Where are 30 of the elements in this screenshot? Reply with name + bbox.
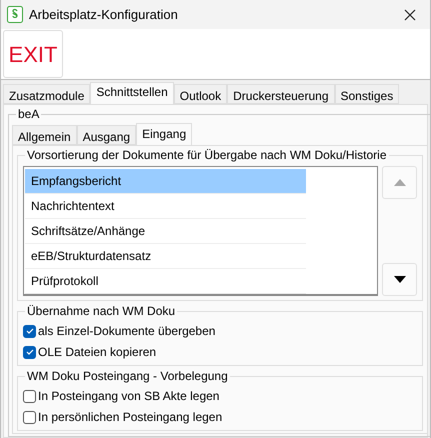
check-icon — [26, 327, 34, 335]
tab[interactable]: Sonstiges — [334, 84, 400, 104]
tab[interactable]: Druckersteuerung — [227, 84, 334, 104]
group-title: beA — [17, 106, 40, 123]
tab[interactable]: Schnittstellen — [90, 82, 174, 104]
triangle-down-icon — [394, 276, 406, 283]
tab[interactable]: Ausgang — [76, 125, 136, 145]
group-title: WM Doku Posteingang - Vorbelegung — [26, 368, 229, 385]
section-sign-app-icon — [7, 6, 23, 23]
checkbox[interactable] — [23, 410, 36, 424]
tab[interactable]: Eingang — [136, 123, 192, 145]
check-icon — [26, 348, 34, 356]
triangle-up-icon — [394, 179, 406, 186]
checkbox-label: als Einzel-Dokumente übergeben — [38, 323, 216, 340]
tab[interactable]: Zusatzmodule — [3, 84, 90, 104]
move-down-button[interactable] — [382, 263, 417, 296]
list-item[interactable]: Empfangsbericht — [25, 169, 306, 194]
checkbox[interactable] — [23, 324, 36, 338]
checkbox-label: OLE Dateien kopieren — [38, 344, 156, 361]
tab[interactable]: Outlook — [174, 84, 228, 104]
group-title: Übernahme nach WM Doku — [26, 303, 176, 320]
window-title: Arbeitsplatz-Konfiguration — [29, 6, 179, 24]
close-icon[interactable] — [404, 8, 416, 20]
tab[interactable]: Allgemein — [12, 125, 77, 145]
checkbox-label: In persönlichen Posteingang legen — [38, 409, 222, 426]
exit-button[interactable]: EXIT — [3, 30, 63, 78]
checkbox-label: In Posteingang von SB Akte legen — [38, 388, 220, 405]
checkbox[interactable] — [23, 346, 36, 358]
group-title: Vorsortierung der Dokumente für Übergabe nach WM Doku/Historie — [26, 147, 388, 164]
checkbox[interactable] — [23, 390, 36, 402]
